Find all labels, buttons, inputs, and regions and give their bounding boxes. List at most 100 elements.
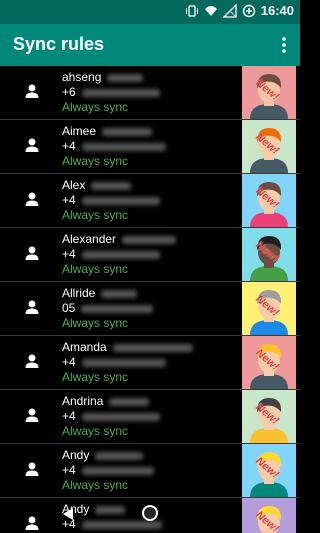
- person-icon: [24, 83, 40, 99]
- contact-list[interactable]: ahseng +6 Always sync New! Aimee +4 Alwa…: [0, 66, 300, 533]
- contact-name-line: Andrina: [62, 394, 240, 409]
- redacted-phone: [81, 142, 166, 151]
- status-bar: 16:40: [0, 0, 300, 24]
- person-icon: [24, 245, 40, 261]
- contact-avatar[interactable]: New!: [242, 120, 296, 173]
- contact-name-line: Alexander: [62, 232, 240, 247]
- home-button[interactable]: [142, 505, 158, 521]
- contact-phone: +4: [62, 463, 76, 477]
- contact-phone-line: +4: [62, 139, 240, 154]
- no-signal-icon: [222, 3, 237, 18]
- redacted-phone: [81, 196, 160, 205]
- contact-phone-line: +4: [62, 409, 240, 424]
- contact-avatar[interactable]: New!: [242, 282, 296, 335]
- contact-avatar[interactable]: New!: [242, 336, 296, 389]
- contact-phone-line: +4: [62, 355, 240, 370]
- clock: 16:40: [260, 3, 294, 18]
- contact-phone: 05: [62, 301, 76, 315]
- contact-name: Andy: [62, 448, 90, 462]
- contact-name: Andrina: [62, 394, 104, 408]
- person-icon: [24, 191, 40, 207]
- redacted-surname: [109, 397, 150, 406]
- contact-name: Alex: [62, 178, 86, 192]
- contact-row[interactable]: Allride 05 Always sync New!: [0, 282, 300, 336]
- contact-row[interactable]: Alex +4 Always sync New!: [0, 174, 300, 228]
- contact-row[interactable]: Amanda +4 Always sync New!: [0, 336, 300, 390]
- contact-name-line: Aimee: [62, 124, 240, 139]
- contact-avatar[interactable]: New!: [242, 390, 296, 443]
- contact-name-line: Allride: [62, 286, 240, 301]
- contact-name: ahseng: [62, 70, 102, 84]
- contact-name: Alexander: [62, 232, 117, 246]
- contact-info: Alexander +4 Always sync: [62, 232, 240, 277]
- contact-name: Amanda: [62, 340, 107, 354]
- contact-phone-line: +4: [62, 463, 240, 478]
- sync-status: Always sync: [62, 478, 129, 492]
- status-icons: 16:40: [185, 3, 294, 18]
- more-vert-icon: [282, 37, 286, 53]
- redacted-surname: [107, 73, 144, 82]
- sync-status: Always sync: [62, 316, 129, 330]
- contact-name-line: Andy: [62, 448, 240, 463]
- sync-status: Always sync: [62, 262, 129, 276]
- contact-phone: +4: [62, 409, 76, 423]
- sync-status: Always sync: [62, 208, 129, 222]
- contact-name: Aimee: [62, 124, 97, 138]
- contact-phone: +4: [62, 355, 76, 369]
- battery-saver-icon: [242, 4, 256, 18]
- contact-phone-line: +6: [62, 85, 240, 100]
- contact-info: ahseng +6 Always sync: [62, 70, 240, 115]
- contact-phone: +6: [62, 85, 76, 99]
- contact-phone-line: +4: [62, 193, 240, 208]
- contact-info: Allride 05 Always sync: [62, 286, 240, 331]
- contact-avatar[interactable]: New!: [242, 66, 296, 119]
- contact-avatar[interactable]: New!: [242, 174, 296, 227]
- contact-info: Andy +4 Always sync: [62, 448, 240, 493]
- app-bar: Sync rules: [0, 24, 300, 66]
- contact-info: Andrina +4 Always sync: [62, 394, 240, 439]
- wifi-icon: [204, 4, 218, 18]
- contact-info: Amanda +4 Always sync: [62, 340, 240, 385]
- contact-avatar[interactable]: New!: [242, 228, 296, 281]
- redacted-surname: [102, 127, 153, 136]
- redacted-phone: [81, 88, 160, 97]
- redacted-surname: [95, 451, 144, 460]
- contact-row[interactable]: Andrina +4 Always sync New!: [0, 390, 300, 444]
- contact-row[interactable]: ahseng +6 Always sync New!: [0, 66, 300, 120]
- contact-row[interactable]: Alexander +4 Always sync New!: [0, 228, 300, 282]
- sync-status: Always sync: [62, 370, 129, 384]
- contact-name-line: ahseng: [62, 70, 240, 85]
- sync-status: Always sync: [62, 424, 129, 438]
- overflow-menu-button[interactable]: [274, 32, 294, 58]
- person-icon: [24, 407, 40, 423]
- redacted-phone: [81, 304, 154, 313]
- navigation-bar: [0, 500, 300, 533]
- contact-name: Allride: [62, 286, 96, 300]
- redacted-phone: [81, 358, 166, 367]
- redacted-surname: [101, 289, 138, 298]
- back-button[interactable]: [60, 506, 76, 522]
- contact-phone: +4: [62, 193, 76, 207]
- contact-avatar[interactable]: New!: [242, 444, 296, 497]
- redacted-surname: [122, 235, 177, 244]
- redacted-phone: [81, 466, 154, 475]
- person-icon: [24, 353, 40, 369]
- contact-phone: +4: [62, 139, 76, 153]
- person-icon: [24, 299, 40, 315]
- sync-status: Always sync: [62, 100, 129, 114]
- redacted-phone: [81, 412, 160, 421]
- redacted-phone: [81, 250, 160, 259]
- contact-phone-line: +4: [62, 247, 240, 262]
- redacted-surname: [91, 181, 132, 190]
- redacted-surname: [112, 343, 193, 352]
- contact-info: Alex +4 Always sync: [62, 178, 240, 223]
- sync-status: Always sync: [62, 154, 129, 168]
- back-icon: [63, 508, 73, 520]
- person-icon: [24, 137, 40, 153]
- contact-phone: +4: [62, 247, 76, 261]
- person-icon: [24, 461, 40, 477]
- page-title: Sync rules: [13, 34, 105, 54]
- contact-phone-line: 05: [62, 301, 240, 316]
- contact-row[interactable]: Andy +4 Always sync New!: [0, 444, 300, 498]
- contact-row[interactable]: Aimee +4 Always sync New!: [0, 120, 300, 174]
